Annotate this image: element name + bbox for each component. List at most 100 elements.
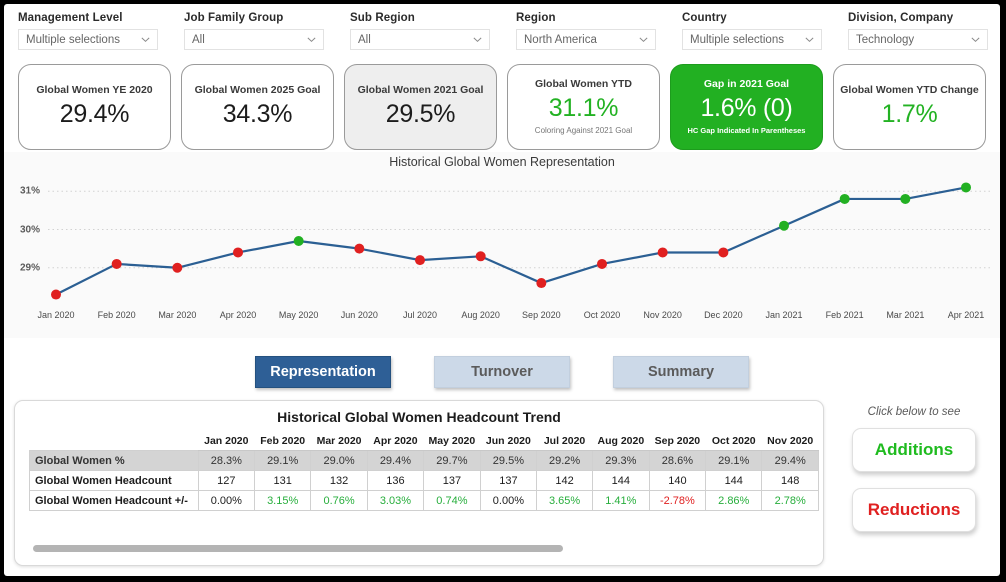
- chevron-down-icon: [140, 34, 151, 45]
- table-column-header: Apr 2020: [367, 431, 424, 451]
- table-cell: 148: [761, 470, 819, 491]
- x-axis-tick-label: Mar 2020: [158, 310, 197, 320]
- filter-value: North America: [524, 33, 597, 46]
- y-axis-tick-label: 29%: [20, 262, 41, 274]
- x-axis-tick-label: Jun 2020: [340, 310, 378, 320]
- chevron-down-icon: [970, 34, 981, 45]
- table-cell: 29.0%: [310, 450, 368, 471]
- x-axis-tick-label: Feb 2020: [97, 310, 136, 320]
- line-chart: [4, 176, 1000, 306]
- filter-label: Country: [682, 12, 727, 24]
- y-axis-tick-label: 30%: [20, 224, 41, 236]
- kpi-card-global-women-2025-goal: Global Women 2025 Goal 34.3%: [181, 64, 334, 150]
- filter-dropdown-job-family-group[interactable]: All: [184, 29, 324, 50]
- x-axis-tick-label: Apr 2020: [219, 310, 257, 320]
- filter-label: Division, Company: [848, 12, 954, 24]
- table-cell: 0.76%: [310, 490, 368, 511]
- table-cell: 140: [648, 470, 707, 491]
- table-column-header: Jan 2020: [198, 431, 255, 451]
- table-cell: 0.00%: [479, 490, 538, 511]
- x-axis-tick-label: Aug 2020: [461, 310, 500, 320]
- reductions-button[interactable]: Reductions: [852, 488, 976, 532]
- table-cell: 28.6%: [648, 450, 707, 471]
- filter-dropdown-country[interactable]: Multiple selections: [682, 29, 822, 50]
- table-row-label: Global Women %: [29, 450, 199, 471]
- chevron-down-icon: [638, 34, 649, 45]
- table-row: Global Women Headcount +/- 0.00% 3.15% 0.76…: [29, 490, 819, 511]
- table-cell: 0.00%: [197, 490, 255, 511]
- filter-dropdown-region[interactable]: North America: [516, 29, 656, 50]
- table-cell: 29.2%: [536, 450, 594, 471]
- x-axis-tick-label: Sep 2020: [522, 310, 561, 320]
- chart-svg: [48, 182, 990, 300]
- filter-value: All: [192, 33, 205, 46]
- kpi-title: Global Women 2025 Goal: [194, 83, 321, 96]
- additions-button[interactable]: Additions: [852, 428, 976, 472]
- table-column-header: May 2020: [423, 431, 481, 451]
- filter-label: Region: [516, 12, 556, 24]
- table-cell: 3.65%: [536, 490, 594, 511]
- chevron-down-icon: [804, 34, 815, 45]
- kpi-card-global-women-ytd: Global Women YTD 31.1% Coloring Against …: [507, 64, 660, 150]
- chart-panel: Historical Global Women Representation 2…: [4, 152, 1000, 338]
- y-axis-tick-label: 31%: [20, 185, 41, 197]
- table-column-header: Oct 2020: [705, 431, 762, 451]
- chart-x-axis: Jan 2020 Feb 2020 Mar 2020 Apr 2020 May 2020…: [4, 310, 1000, 326]
- tab-representation[interactable]: Representation: [255, 356, 391, 388]
- chevron-down-icon: [306, 34, 317, 45]
- table-column-header: Nov 2020: [761, 431, 819, 451]
- filter-dropdown-management-level[interactable]: Multiple selections: [18, 29, 158, 50]
- table-header-row: Jan 2020 Feb 2020 Mar 2020 Apr 2020 May 2020…: [30, 431, 819, 451]
- kpi-title: Global Women YTD Change: [840, 83, 979, 96]
- table-cell: 29.3%: [592, 450, 650, 471]
- horizontal-scrollbar[interactable]: [33, 545, 805, 552]
- kpi-value: 1.6% (0): [700, 94, 793, 123]
- kpi-value: 34.3%: [222, 100, 293, 129]
- table-cell: 137: [423, 470, 481, 491]
- filter-job-family-group: Job Family Group All: [170, 4, 336, 60]
- filter-management-level: Management Level Multiple selections: [4, 4, 170, 60]
- kpi-card-gap-in-2021-goal: Gap in 2021 Goal 1.6% (0) HC Gap Indicat…: [670, 64, 823, 150]
- kpi-card-global-women-ytd-change: Global Women YTD Change 1.7%: [833, 64, 986, 150]
- table-cell: 132: [310, 470, 368, 491]
- table-row-label: Global Women Headcount: [29, 470, 199, 491]
- headcount-trend-card: Historical Global Women Headcount Trend …: [14, 400, 824, 566]
- table-column-header: Feb 2020: [254, 431, 311, 451]
- table-row: Global Women Headcount 127 131 132 136 137 137…: [29, 470, 819, 491]
- kpi-title: Global Women YE 2020: [36, 83, 153, 96]
- table-row: Global Women % 28.3% 29.1% 29.0% 29.4% 29.7% 2…: [29, 450, 819, 471]
- table-cell: 29.7%: [423, 450, 481, 471]
- filter-label: Job Family Group: [184, 12, 284, 24]
- filter-dropdown-sub-region[interactable]: All: [350, 29, 490, 50]
- chevron-down-icon: [472, 34, 483, 45]
- tab-turnover[interactable]: Turnover: [434, 356, 570, 388]
- table-row-label: Global Women Headcount +/-: [29, 490, 199, 511]
- filter-label: Management Level: [18, 12, 123, 24]
- table-cell: 131: [253, 470, 312, 491]
- filter-bar: Management Level Multiple selections Job…: [4, 4, 1000, 60]
- table-cell: 144: [592, 470, 650, 491]
- kpi-title: Global Women 2021 Goal: [357, 83, 484, 96]
- tab-summary[interactable]: Summary: [613, 356, 749, 388]
- table-cell: 136: [366, 470, 425, 491]
- scrollbar-thumb[interactable]: [33, 545, 563, 552]
- table-scroll-area[interactable]: Jan 2020 Feb 2020 Mar 2020 Apr 2020 May 2020…: [29, 431, 819, 527]
- table-cell: 28.3%: [197, 450, 255, 471]
- table-cell: 29.1%: [253, 450, 312, 471]
- filter-sub-region: Sub Region All: [336, 4, 502, 60]
- kpi-title: Global Women YTD: [534, 77, 633, 90]
- table-cell: 3.03%: [366, 490, 425, 511]
- filter-region: Region North America: [502, 4, 668, 60]
- kpi-value: 1.7%: [881, 100, 938, 129]
- table-cell: 29.5%: [479, 450, 538, 471]
- table-corner-cell: [30, 431, 199, 451]
- tab-bar: Representation Turnover Summary: [4, 356, 1000, 396]
- headcount-trend-table: Jan 2020 Feb 2020 Mar 2020 Apr 2020 May 2020…: [29, 431, 819, 511]
- table-cell: 2.78%: [761, 490, 819, 511]
- filter-dropdown-division-company[interactable]: Technology: [848, 29, 988, 50]
- table-body: Global Women % 28.3% 29.1% 29.0% 29.4% 29.7% 2…: [29, 450, 819, 511]
- click-hint-label: Click below to see: [867, 406, 961, 418]
- filter-value: Multiple selections: [26, 33, 120, 46]
- table-column-header: Mar 2020: [310, 431, 368, 451]
- x-axis-tick-label: Jan 2020: [37, 310, 75, 320]
